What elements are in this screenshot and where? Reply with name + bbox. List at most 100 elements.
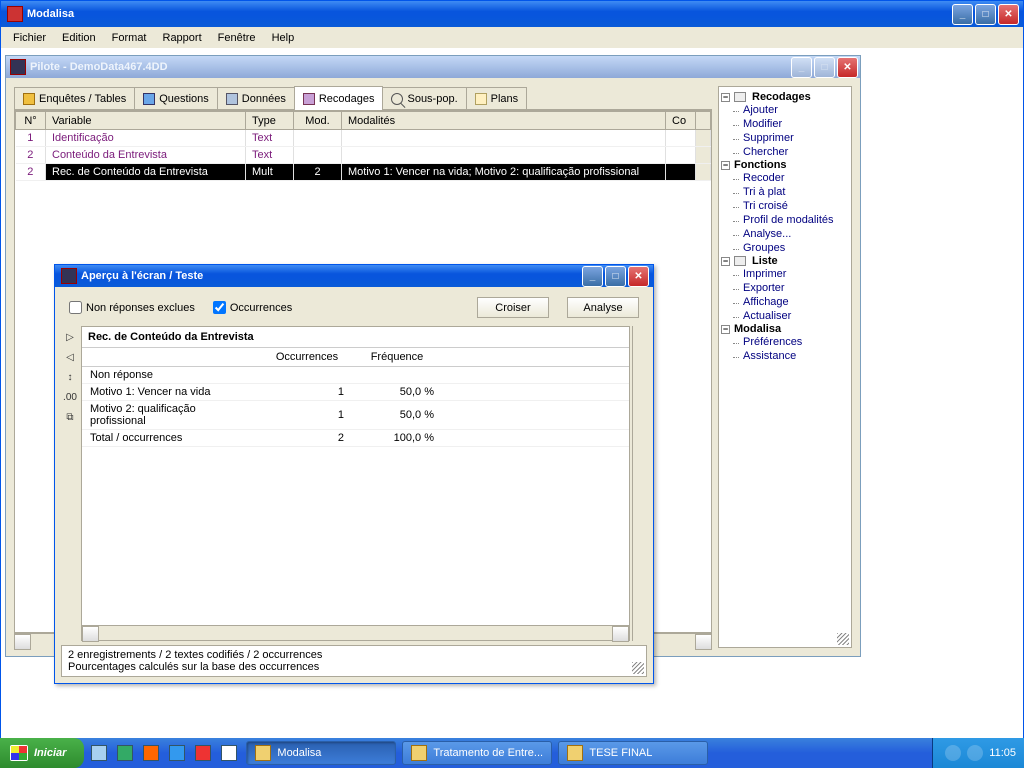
col-co[interactable]: Co xyxy=(666,112,696,130)
freq-row[interactable]: Motivo 2: qualificação profissional150,0… xyxy=(82,401,629,430)
tree-item-tricroise[interactable]: Tri croisé xyxy=(721,199,849,213)
apercu-v-scrollbar[interactable] xyxy=(632,326,647,641)
menu-rapport[interactable]: Rapport xyxy=(157,30,208,46)
task-button[interactable]: Modalisa xyxy=(246,741,396,765)
tab-recodages[interactable]: Recodages xyxy=(294,86,384,110)
apercu-status: 2 enregistrements / 2 textes codifiés / … xyxy=(61,645,647,677)
tree-group-liste[interactable]: −Liste xyxy=(721,255,849,267)
tree-group-fonctions[interactable]: −Fonctions xyxy=(721,159,849,171)
start-button[interactable]: Iniciar xyxy=(0,738,84,768)
tray-icon-2[interactable] xyxy=(967,745,983,761)
tree-item-supprimer[interactable]: Supprimer xyxy=(721,131,849,145)
folder-icon xyxy=(23,93,35,105)
app-body: Pilote - DemoData467.4DD _ □ ✕ Enquêtes … xyxy=(1,49,1023,747)
occurrences-checkbox[interactable]: Occurrences xyxy=(213,301,292,314)
tree-item-groupes[interactable]: Groupes xyxy=(721,241,849,255)
pilote-maximize-button[interactable]: □ xyxy=(814,57,835,78)
prev-icon[interactable]: ◁ xyxy=(63,350,77,364)
maximize-button[interactable]: □ xyxy=(975,4,996,25)
tab-enquetes[interactable]: Enquêtes / Tables xyxy=(14,87,135,109)
freq-row[interactable]: Total / occurrences2100,0 % xyxy=(82,430,629,447)
tray-icon-1[interactable] xyxy=(945,745,961,761)
freq-row[interactable]: Motivo 1: Vencer na vida150,0 % xyxy=(82,384,629,401)
tree-item-modifier[interactable]: Modifier xyxy=(721,117,849,131)
tree-item-chercher[interactable]: Chercher xyxy=(721,145,849,159)
tree-item-affichage[interactable]: Affichage xyxy=(721,295,849,309)
tab-plans[interactable]: Plans xyxy=(466,87,528,109)
task-button[interactable]: TESE FINAL xyxy=(558,741,708,765)
table-row[interactable]: 2Conteúdo da EntrevistaText xyxy=(16,147,711,164)
sort-icon[interactable]: ↕ xyxy=(63,370,77,384)
tree-item-triaplat[interactable]: Tri à plat xyxy=(721,185,849,199)
quicklaunch-1[interactable] xyxy=(88,742,110,764)
tree-item-recoder[interactable]: Recoder xyxy=(721,171,849,185)
apercu-resize-grip[interactable] xyxy=(632,662,644,674)
apercu-heading: Rec. de Conteúdo da Entrevista xyxy=(82,327,629,348)
non-reponse-row: Non réponse xyxy=(82,367,629,384)
tree-item-imprimer[interactable]: Imprimer xyxy=(721,267,849,281)
windows-flag-icon xyxy=(10,745,28,761)
tree-item-exporter[interactable]: Exporter xyxy=(721,281,849,295)
status-line-1: 2 enregistrements / 2 textes codifiés / … xyxy=(68,649,640,661)
tab-questions[interactable]: Questions xyxy=(134,87,218,109)
apercu-h-scrollbar[interactable] xyxy=(82,625,629,640)
app-title: Modalisa xyxy=(23,8,952,20)
menu-edition[interactable]: Edition xyxy=(56,30,102,46)
menu-format[interactable]: Format xyxy=(106,30,153,46)
pilote-close-button[interactable]: ✕ xyxy=(837,57,858,78)
menu-fichier[interactable]: Fichier xyxy=(7,30,52,46)
close-button[interactable]: ✕ xyxy=(998,4,1019,25)
analyse-button[interactable]: Analyse xyxy=(567,297,639,318)
col-variable[interactable]: Variable xyxy=(46,112,246,130)
col-modalites[interactable]: Modalités xyxy=(342,112,666,130)
pilote-titlebar[interactable]: Pilote - DemoData467.4DD _ □ ✕ xyxy=(6,56,860,78)
variables-table[interactable]: N° Variable Type Mod. Modalités Co 1Iden… xyxy=(15,111,711,181)
quicklaunch-5[interactable] xyxy=(192,742,214,764)
table-row[interactable]: 2Rec. de Conteúdo da EntrevistaMult2Moti… xyxy=(16,164,711,181)
tree-panel[interactable]: −Recodages Ajouter Modifier Supprimer Ch… xyxy=(718,86,852,648)
tree-item-preferences[interactable]: Préférences xyxy=(721,335,849,349)
tree-item-assistance[interactable]: Assistance xyxy=(721,349,849,363)
tree-item-actualiser[interactable]: Actualiser xyxy=(721,309,849,323)
tab-souspop[interactable]: Sous-pop. xyxy=(382,87,466,109)
magnifier-icon xyxy=(391,93,403,105)
quicklaunch-6[interactable] xyxy=(218,742,240,764)
croiser-button[interactable]: Croiser xyxy=(477,297,549,318)
copy-icon[interactable]: ⧉ xyxy=(63,410,77,424)
apercu-titlebar[interactable]: Aperçu à l'écran / Teste _ □ ✕ xyxy=(55,265,653,287)
tree-item-ajouter[interactable]: Ajouter xyxy=(721,103,849,117)
tree-item-profil[interactable]: Profil de modalités xyxy=(721,213,849,227)
apercu-minimize-button[interactable]: _ xyxy=(582,266,603,287)
pilote-minimize-button[interactable]: _ xyxy=(791,57,812,78)
apercu-title: Aperçu à l'écran / Teste xyxy=(77,270,582,282)
quicklaunch-4[interactable] xyxy=(166,742,188,764)
tree-item-analyse[interactable]: Analyse... xyxy=(721,227,849,241)
col-mod[interactable]: Mod. xyxy=(294,112,342,130)
menubar: Fichier Edition Format Rapport Fenêtre H… xyxy=(1,27,1023,49)
minimize-button[interactable]: _ xyxy=(952,4,973,25)
decimals-icon[interactable]: .00 xyxy=(63,390,77,404)
table-row[interactable]: 1IdentificaçãoText xyxy=(16,130,711,147)
tab-donnees[interactable]: Données xyxy=(217,87,295,109)
freq-col-label xyxy=(82,348,262,367)
app-titlebar[interactable]: Modalisa _ □ ✕ xyxy=(1,1,1023,27)
col-num[interactable]: N° xyxy=(16,112,46,130)
data-icon xyxy=(226,93,238,105)
tree-group-recodages[interactable]: −Recodages xyxy=(721,91,849,103)
quicklaunch-3[interactable] xyxy=(140,742,162,764)
tree-group-modalisa[interactable]: −Modalisa xyxy=(721,323,849,335)
quicklaunch-2[interactable] xyxy=(114,742,136,764)
freq-table-area[interactable]: Occurrences Fréquence Non réponse Motivo… xyxy=(82,348,629,625)
non-reponses-checkbox[interactable]: Non réponses exclues xyxy=(69,301,195,314)
apercu-close-button[interactable]: ✕ xyxy=(628,266,649,287)
next-icon[interactable]: ▷ xyxy=(63,330,77,344)
menu-help[interactable]: Help xyxy=(266,30,301,46)
liste-icon xyxy=(734,256,746,266)
col-type[interactable]: Type xyxy=(246,112,294,130)
task-button[interactable]: Tratamento de Entre... xyxy=(402,741,552,765)
resize-grip[interactable] xyxy=(837,633,849,645)
freq-table: Occurrences Fréquence Non réponse Motivo… xyxy=(82,348,629,447)
system-tray[interactable]: 11:05 xyxy=(932,738,1024,768)
apercu-maximize-button[interactable]: □ xyxy=(605,266,626,287)
menu-fenetre[interactable]: Fenêtre xyxy=(212,30,262,46)
